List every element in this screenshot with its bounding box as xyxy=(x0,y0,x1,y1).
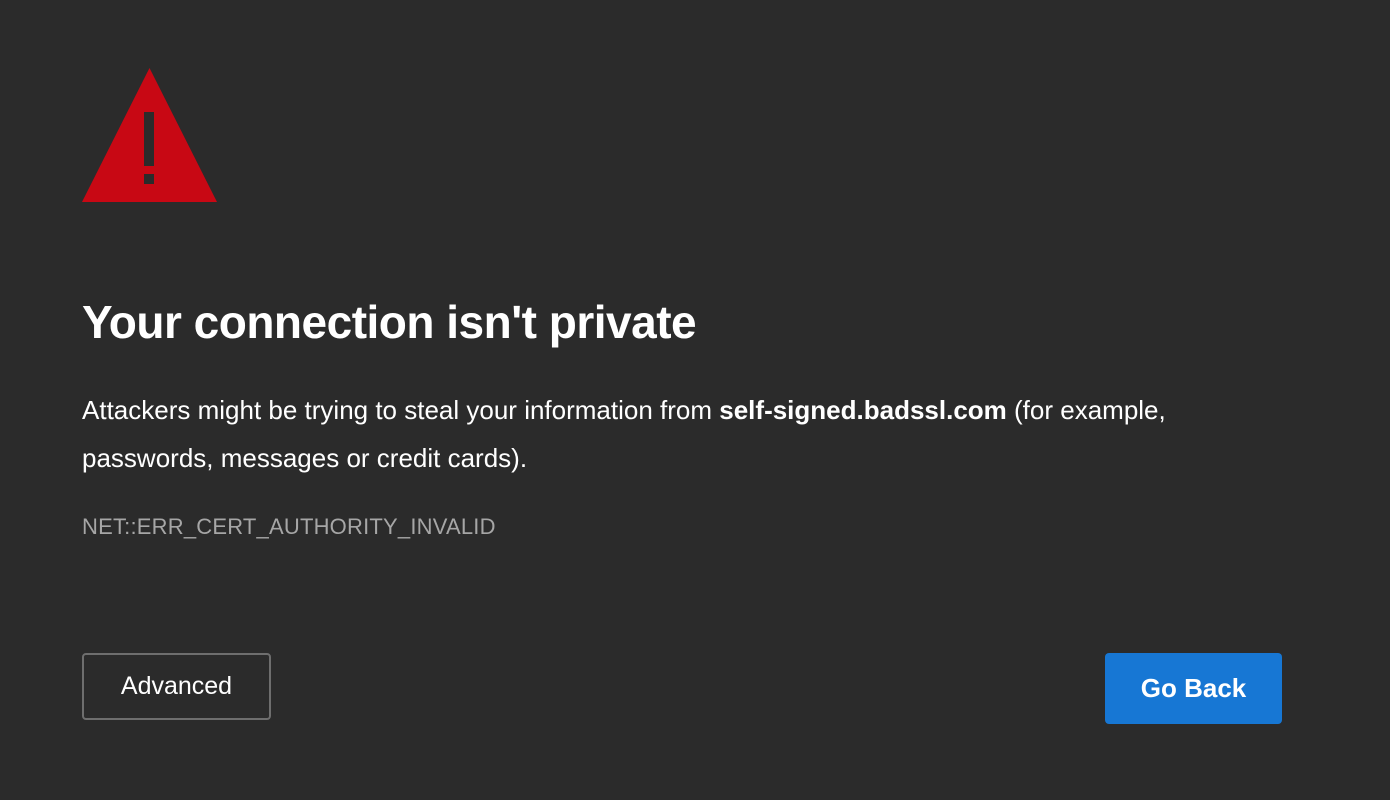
error-page: Your connection isn't private Attackers … xyxy=(0,0,1390,800)
advanced-button[interactable]: Advanced xyxy=(82,653,271,720)
site-domain: self-signed.badssl.com xyxy=(719,395,1007,425)
go-back-button[interactable]: Go Back xyxy=(1105,653,1282,724)
page-title: Your connection isn't private xyxy=(82,296,697,348)
error-code[interactable]: NET::ERR_CERT_AUTHORITY_INVALID xyxy=(82,513,496,541)
error-description: Attackers might be trying to steal your … xyxy=(82,386,1222,482)
warning-triangle-icon xyxy=(82,68,217,202)
description-prefix: Attackers might be trying to steal your … xyxy=(82,395,720,425)
